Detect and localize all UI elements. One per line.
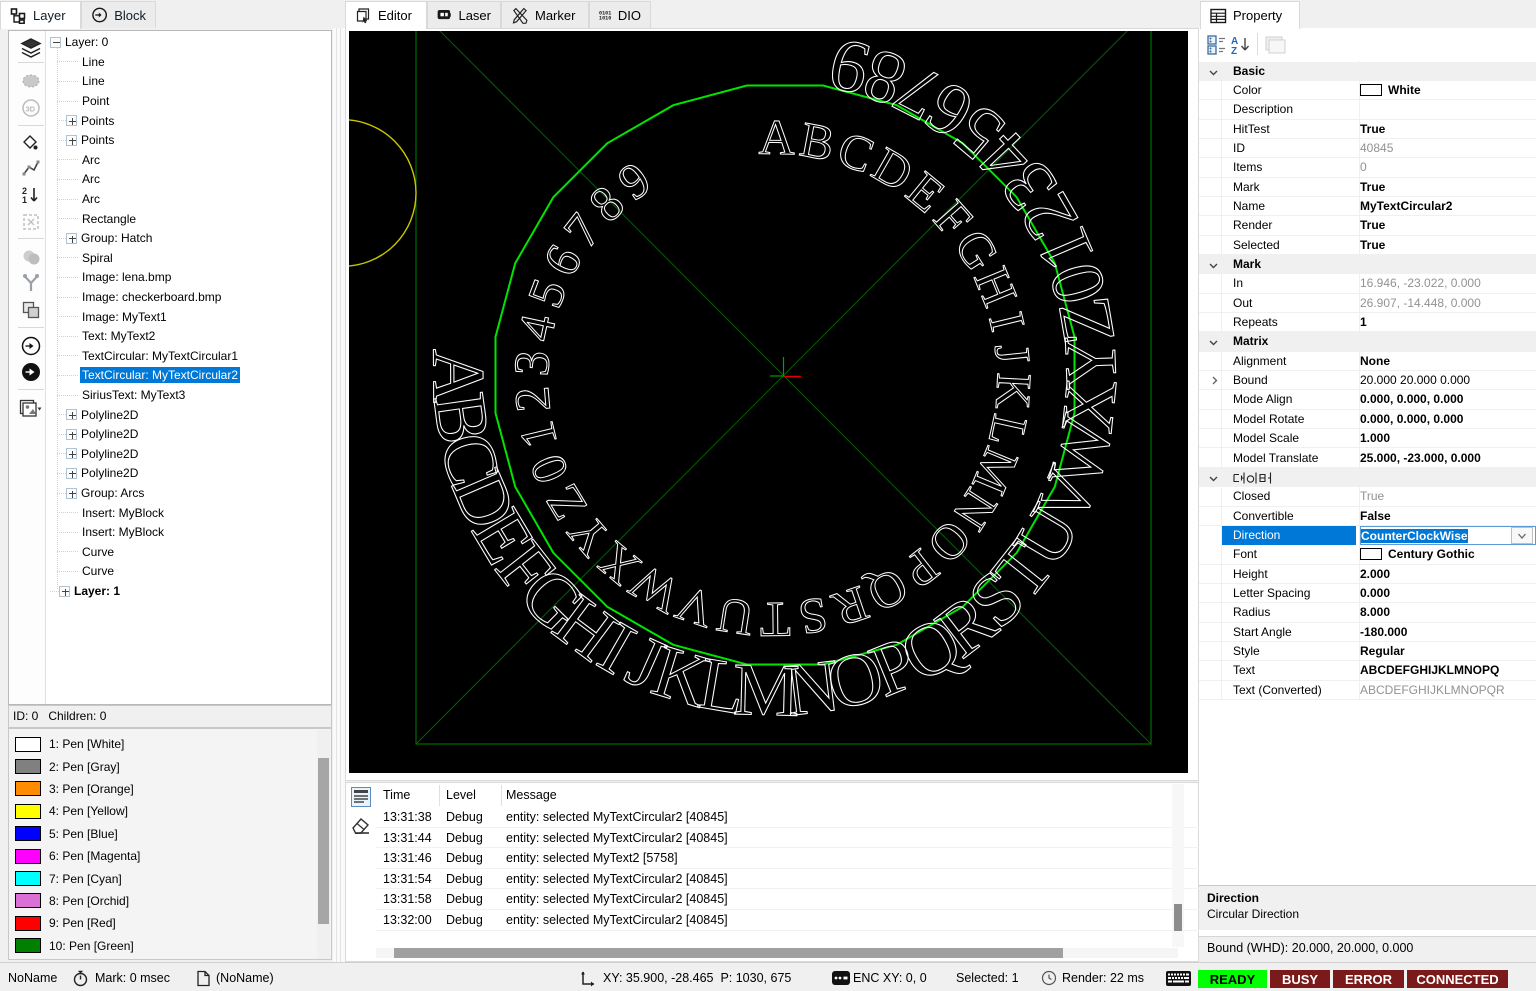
svg-text:3D: 3D bbox=[26, 105, 36, 114]
svg-text:3: 3 bbox=[503, 349, 560, 377]
svg-text:A: A bbox=[758, 109, 795, 166]
svg-text:2: 2 bbox=[503, 384, 561, 414]
svg-text:J: J bbox=[984, 341, 1042, 366]
svg-text:I: I bbox=[978, 307, 1036, 336]
svg-text:1: 1 bbox=[508, 416, 568, 453]
svg-text:S: S bbox=[795, 587, 832, 647]
svg-text:K: K bbox=[985, 372, 1043, 411]
svg-text:1010: 1010 bbox=[599, 16, 611, 22]
svg-text:Z: Z bbox=[1231, 46, 1237, 55]
svg-text:B: B bbox=[796, 110, 839, 171]
svg-text:1: 1 bbox=[22, 195, 27, 205]
svg-text:T: T bbox=[760, 592, 791, 648]
svg-text:4: 4 bbox=[507, 309, 567, 345]
svg-text:U: U bbox=[713, 587, 757, 648]
